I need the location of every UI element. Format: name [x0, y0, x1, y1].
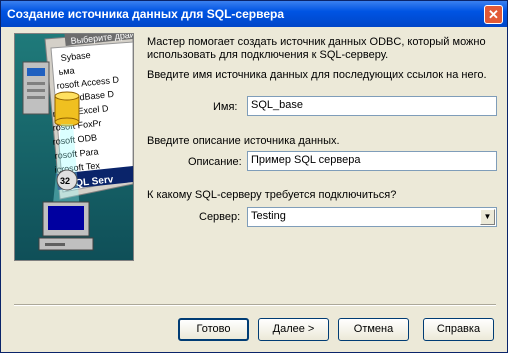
chevron-down-icon[interactable]: ▼	[480, 209, 495, 225]
help-button[interactable]: Справка	[423, 318, 494, 341]
description-input[interactable]: Пример SQL сервера	[247, 151, 497, 171]
name-input[interactable]: SQL_base	[247, 96, 497, 116]
button-separator	[14, 304, 496, 306]
description-prompt: Введите описание источника данных.	[147, 135, 340, 147]
name-label: Имя:	[213, 101, 238, 113]
server-combobox[interactable]: Testing ▼	[247, 207, 497, 227]
finish-button[interactable]: Готово	[178, 318, 249, 341]
server-combobox-value: Testing	[251, 210, 286, 222]
close-button[interactable]: ✕	[484, 5, 503, 24]
computer-icon	[38, 201, 94, 251]
title-bar: Создание источника данных для SQL-сервер…	[1, 1, 507, 27]
art-badge: 32	[60, 176, 70, 186]
name-prompt: Введите имя источника данных для последу…	[147, 69, 487, 81]
server-label: Сервер:	[199, 211, 241, 223]
wizard-illustration: Выберите драй Sybase ьма rosoft Access D…	[14, 33, 134, 261]
window-title: Создание источника данных для SQL-сервер…	[7, 7, 284, 21]
art-item: ьма	[58, 65, 75, 77]
description-label: Описание:	[188, 156, 242, 168]
database-icon	[54, 91, 80, 127]
next-button[interactable]: Далее >	[258, 318, 329, 341]
server-icon	[22, 61, 50, 115]
dialog-window: Создание источника данных для SQL-сервер…	[0, 0, 508, 353]
server-prompt: К какому SQL-серверу требуется подключит…	[147, 189, 397, 201]
intro-text: Мастер помогает создать источник данных …	[147, 36, 486, 61]
illustration-graphic: Выберите драй Sybase ьма rosoft Access D…	[15, 34, 133, 260]
cancel-button[interactable]: Отмена	[338, 318, 409, 341]
